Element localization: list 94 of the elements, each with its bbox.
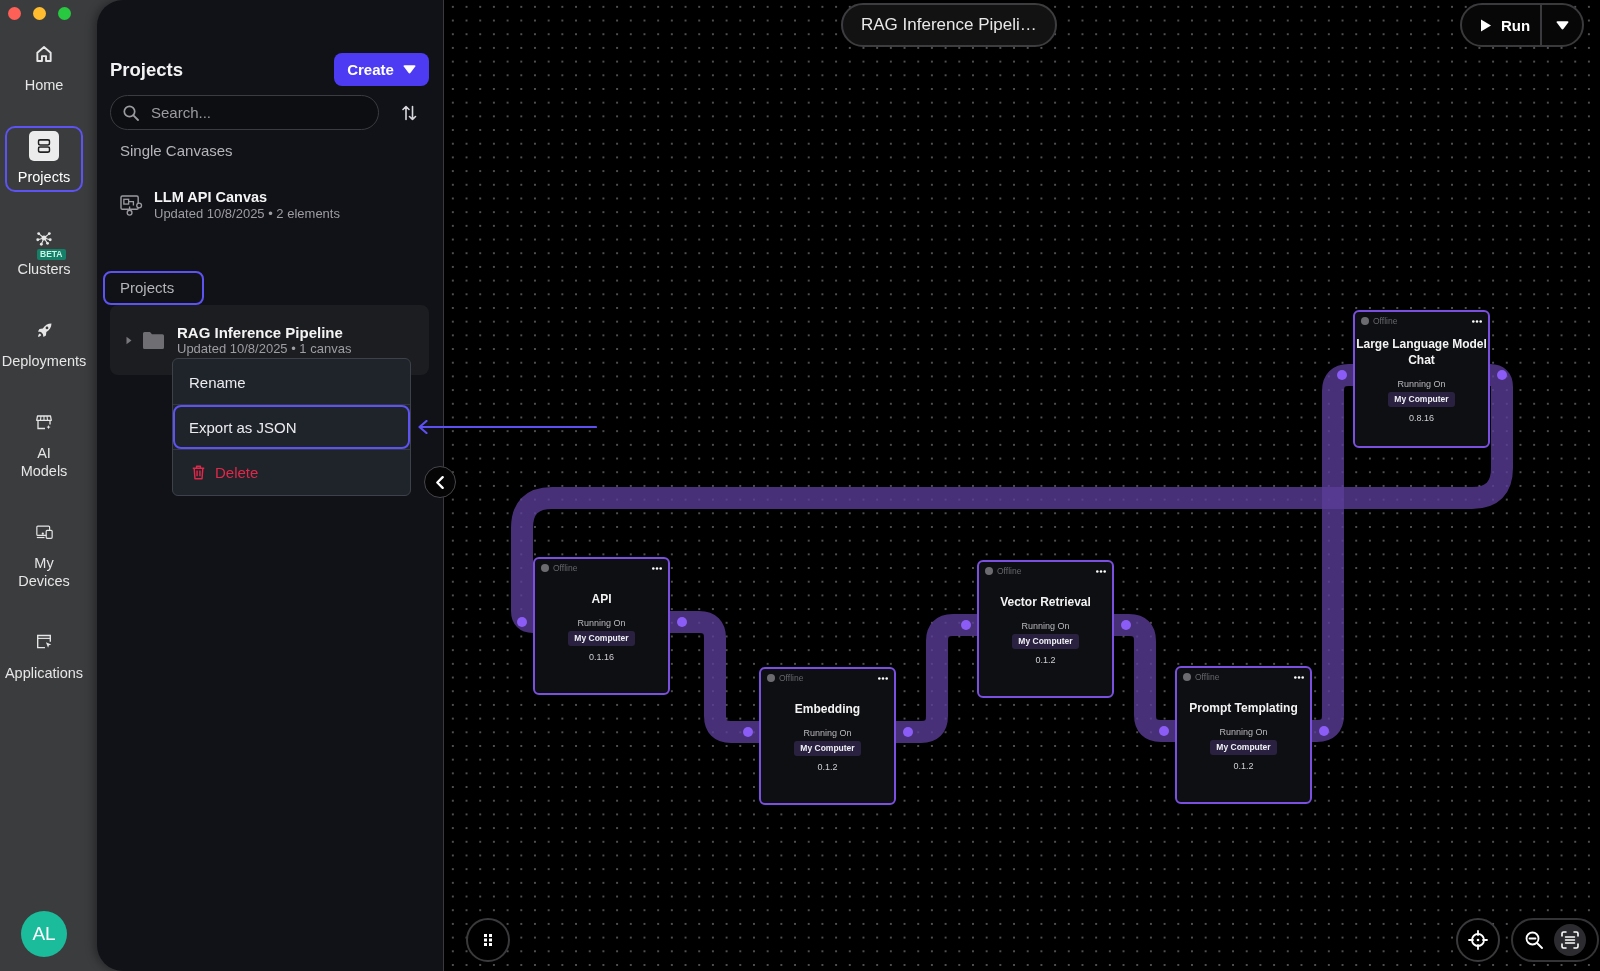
host-tag: My Computer bbox=[1388, 392, 1455, 407]
pipeline-node[interactable]: Offline Vector Retrieval Running On My Computer 0.1.2 bbox=[977, 560, 1114, 698]
nav-item[interactable]: My Devices bbox=[5, 512, 83, 596]
node-title: Large Language Model Chat bbox=[1355, 336, 1488, 368]
host-label: Running On bbox=[1397, 378, 1446, 390]
connection-handle[interactable] bbox=[1337, 370, 1347, 380]
run-button[interactable]: Run bbox=[1462, 5, 1540, 45]
connection-handle[interactable] bbox=[743, 727, 753, 737]
search-field[interactable]: Search... bbox=[110, 95, 379, 130]
window-zoom-icon[interactable] bbox=[58, 7, 71, 20]
devices-icon bbox=[35, 525, 53, 539]
node-title: API bbox=[591, 591, 612, 607]
host-label: Running On bbox=[1021, 620, 1070, 632]
panel-title: Projects bbox=[110, 58, 183, 81]
host-label: Running On bbox=[577, 617, 626, 629]
canvas-meta: Updated 10/8/2025 • 2 elements bbox=[154, 206, 340, 222]
connection-handle[interactable] bbox=[677, 617, 687, 627]
nav-item[interactable]: Home bbox=[5, 34, 83, 100]
grid-dots-icon bbox=[484, 934, 492, 946]
connection-handle[interactable] bbox=[903, 727, 913, 737]
canvas-title[interactable]: LLM API Canvas bbox=[154, 189, 340, 206]
caret-down-icon bbox=[1555, 20, 1569, 30]
crosshair-icon bbox=[1468, 930, 1488, 950]
nav-item[interactable]: Applications bbox=[5, 622, 83, 688]
play-icon bbox=[1481, 18, 1491, 32]
home-icon bbox=[36, 46, 52, 62]
project-title: RAG Inference Pipeline bbox=[177, 323, 344, 341]
pipeline-node[interactable]: Offline API Running On My Computer 0.1.16 bbox=[533, 557, 670, 695]
caret-right-icon[interactable] bbox=[126, 335, 132, 345]
beta-badge: BETA bbox=[37, 249, 66, 260]
status-dot-icon bbox=[1183, 673, 1191, 681]
more-icon[interactable] bbox=[652, 566, 662, 570]
node-title: Embedding bbox=[794, 701, 861, 717]
node-status: Offline bbox=[997, 566, 1022, 576]
zoom-out-icon[interactable] bbox=[1525, 931, 1543, 949]
pipeline-node[interactable]: Offline Large Language Model Chat Running On My Computer 0.8.16 bbox=[1353, 310, 1490, 448]
pipeline-node[interactable]: Offline Prompt Templating Running On My Computer 0.1.2 bbox=[1175, 666, 1312, 804]
host-tag: My Computer bbox=[794, 741, 861, 756]
status-dot-icon bbox=[1361, 317, 1369, 325]
pipeline-title[interactable]: RAG Inference Pipeli… bbox=[841, 3, 1057, 47]
node-status: Offline bbox=[779, 673, 804, 683]
node-title: Vector Retrieval bbox=[1000, 594, 1091, 610]
window-minimize-icon[interactable] bbox=[33, 7, 46, 20]
rocket-icon bbox=[36, 322, 52, 338]
host-label: Running On bbox=[803, 727, 852, 739]
more-icon[interactable] bbox=[878, 676, 888, 680]
network-icon bbox=[36, 230, 52, 246]
node-version: 0.1.16 bbox=[589, 651, 614, 663]
nav-item[interactable]: Projects bbox=[5, 126, 83, 192]
grid-menu-button[interactable] bbox=[466, 918, 510, 962]
status-dot-icon bbox=[985, 567, 993, 575]
node-status: Offline bbox=[1195, 672, 1220, 682]
host-tag: My Computer bbox=[1012, 634, 1079, 649]
status-dot-icon bbox=[541, 564, 549, 572]
connection-handle[interactable] bbox=[1121, 620, 1131, 630]
nav-item[interactable]: BETA Clusters bbox=[5, 218, 83, 284]
connection-handle[interactable] bbox=[517, 617, 527, 627]
fit-view-icon[interactable] bbox=[1554, 924, 1586, 956]
host-tag: My Computer bbox=[568, 631, 635, 646]
section-label: Single Canvases bbox=[119, 141, 234, 161]
connection-handle[interactable] bbox=[961, 620, 971, 630]
stacked-rows-icon bbox=[29, 131, 59, 161]
storefront-icon bbox=[36, 414, 52, 430]
more-icon[interactable] bbox=[1294, 675, 1304, 679]
connection-handle[interactable] bbox=[1497, 370, 1507, 380]
node-version: 0.1.2 bbox=[1233, 760, 1254, 772]
menu-item[interactable]: Export as JSON bbox=[173, 405, 410, 449]
connection-handle[interactable] bbox=[1319, 726, 1329, 736]
node-status: Offline bbox=[1373, 316, 1398, 326]
node-status: Offline bbox=[553, 563, 578, 573]
project-meta: Updated 10/8/2025 • 1 canvas bbox=[177, 340, 352, 357]
search-icon bbox=[123, 105, 139, 121]
connection-handle[interactable] bbox=[1159, 726, 1169, 736]
node-version: 0.1.2 bbox=[1035, 654, 1056, 666]
folder-icon bbox=[143, 331, 164, 349]
host-label: Running On bbox=[1219, 726, 1268, 738]
window-cursor-icon bbox=[36, 634, 52, 650]
more-icon[interactable] bbox=[1472, 319, 1482, 323]
sort-icon[interactable] bbox=[402, 104, 417, 121]
create-button[interactable]: Create bbox=[334, 53, 429, 86]
recenter-button[interactable] bbox=[1456, 918, 1500, 962]
more-icon[interactable] bbox=[1096, 569, 1106, 573]
chevron-left-icon bbox=[436, 475, 444, 489]
node-title: Prompt Templating bbox=[1189, 700, 1298, 716]
nav-item[interactable]: AI Models bbox=[5, 402, 83, 486]
status-dot-icon bbox=[767, 674, 775, 682]
node-version: 0.8.16 bbox=[1409, 412, 1434, 424]
trash-icon bbox=[192, 464, 205, 480]
pipeline-node[interactable]: Offline Embedding Running On My Computer 0.1.2 bbox=[759, 667, 896, 805]
caret-down-icon bbox=[402, 65, 416, 74]
node-version: 0.1.2 bbox=[817, 761, 838, 773]
canvas-diagram-icon bbox=[120, 195, 143, 216]
host-tag: My Computer bbox=[1210, 740, 1277, 755]
window-close-icon[interactable] bbox=[8, 7, 21, 20]
